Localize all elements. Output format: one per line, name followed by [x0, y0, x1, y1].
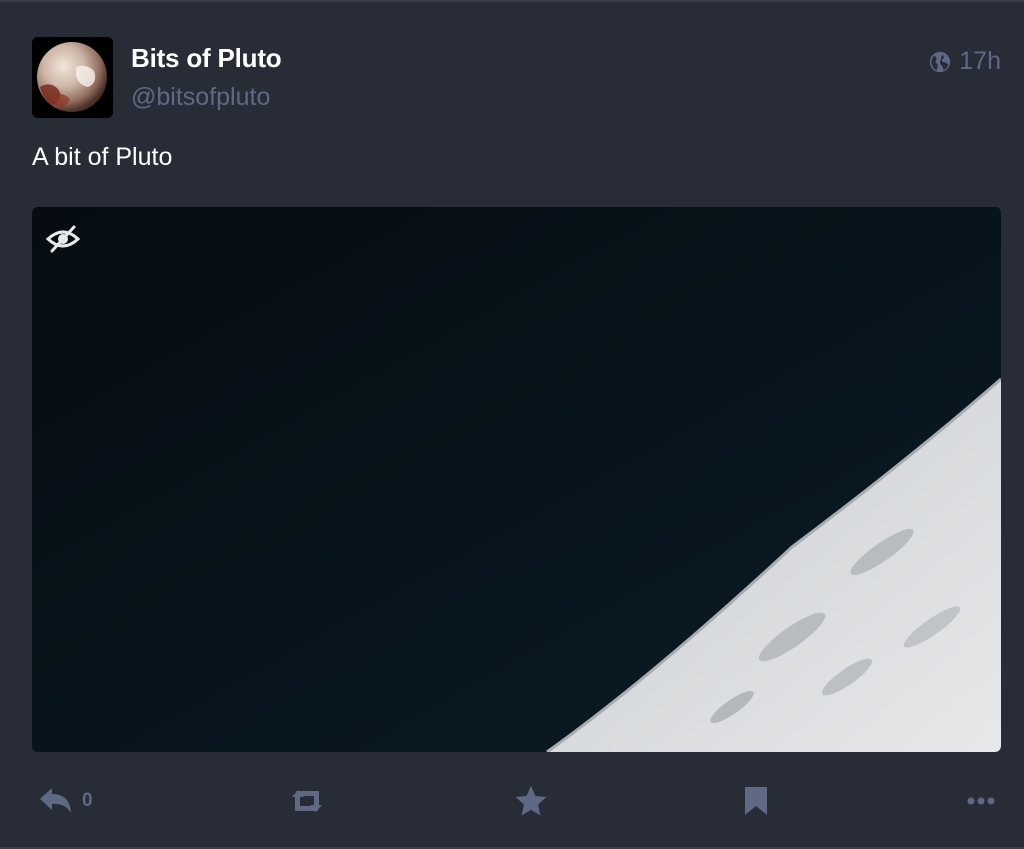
display-name[interactable]: Bits of Pluto	[131, 43, 282, 74]
retweet-icon	[288, 787, 326, 815]
action-bar: 0	[0, 772, 1024, 830]
star-icon	[514, 785, 548, 817]
reply-icon	[38, 786, 74, 816]
eye-slash-icon[interactable]	[44, 223, 82, 255]
status-content: A bit of Pluto	[32, 143, 173, 171]
more-button[interactable]	[967, 772, 995, 830]
status-meta[interactable]: 17h	[929, 47, 1001, 76]
media-attachment[interactable]	[32, 207, 1001, 752]
favourite-button[interactable]	[514, 772, 548, 830]
ellipsis-icon	[967, 796, 995, 806]
bookmark-button[interactable]	[743, 772, 769, 830]
status-card[interactable]: Bits of Pluto @bitsofpluto 17h A bit of …	[0, 0, 1024, 849]
boost-button[interactable]	[288, 772, 326, 830]
timestamp[interactable]: 17h	[959, 47, 1001, 76]
bookmark-icon	[743, 785, 769, 817]
account-handle[interactable]: @bitsofpluto	[131, 83, 270, 112]
pluto-limb-image	[32, 207, 1001, 752]
globe-icon	[929, 51, 951, 73]
reply-button[interactable]: 0	[38, 772, 93, 830]
avatar[interactable]	[32, 37, 113, 118]
reply-count: 0	[82, 790, 93, 811]
